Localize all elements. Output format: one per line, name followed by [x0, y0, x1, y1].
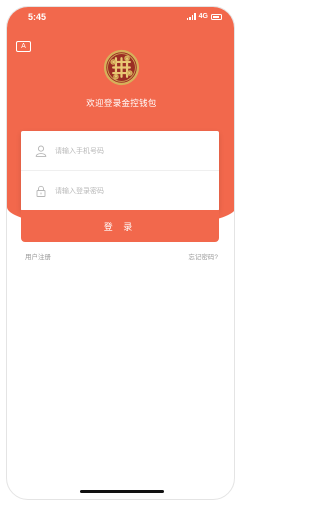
- login-card: [21, 131, 219, 211]
- knot-logo-icon: [103, 49, 140, 86]
- status-indicators: 4G: [186, 13, 222, 20]
- status-time: 5:45: [28, 12, 47, 22]
- phone-field-row: [21, 131, 219, 171]
- status-bar: 5:45 4G: [7, 7, 234, 27]
- language-toggle-button[interactable]: A: [16, 41, 31, 52]
- login-button[interactable]: 登 录: [21, 210, 219, 242]
- phone-input[interactable]: [55, 144, 205, 158]
- password-input[interactable]: [55, 184, 205, 198]
- register-link[interactable]: 用户注册: [25, 251, 51, 261]
- lock-icon: [36, 185, 46, 197]
- password-field-row: [21, 171, 219, 211]
- user-icon: [35, 145, 47, 157]
- battery-icon: [211, 13, 222, 20]
- home-indicator[interactable]: [80, 490, 164, 493]
- network-label: 4G: [198, 13, 208, 20]
- signal-icon: [186, 13, 196, 20]
- phone-screen: 5:45 4G A 欢迎登录金控钱包 请输入手机号码 登 录 用户注册 忘记密码…: [6, 6, 235, 500]
- welcome-text: 欢迎登录金控钱包: [86, 98, 157, 108]
- forgot-password-link[interactable]: 忘记密码?: [188, 251, 218, 261]
